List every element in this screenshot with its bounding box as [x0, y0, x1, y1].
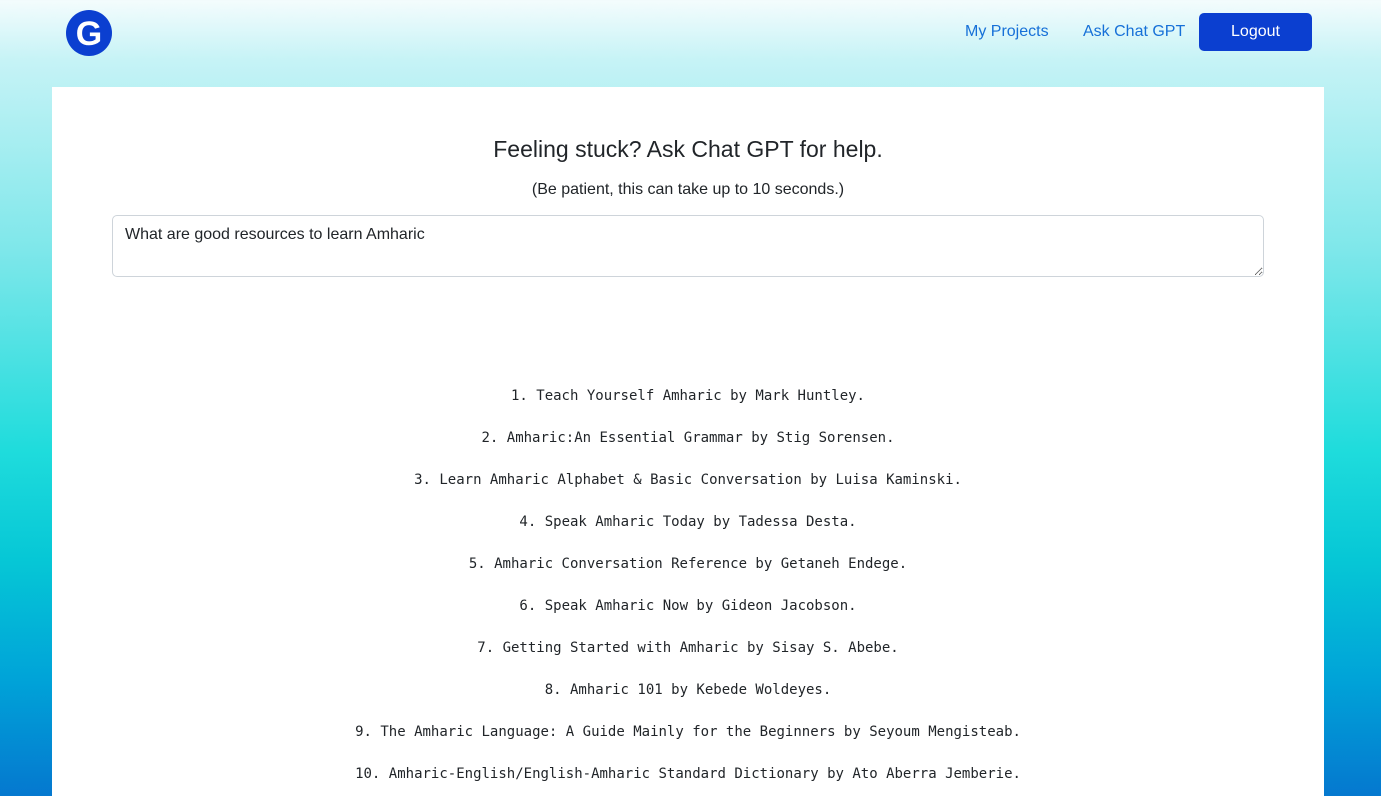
answer-item: 9. The Amharic Language: A Guide Mainly … [355, 724, 1021, 740]
answer-item: 5. Amharic Conversation Reference by Get… [468, 556, 908, 572]
answer-item: 8. Amharic 101 by Kebede Woldeyes. [544, 682, 832, 698]
main-panel: Feeling stuck? Ask Chat GPT for help. (B… [52, 87, 1324, 796]
page-title: Feeling stuck? Ask Chat GPT for help. [493, 136, 883, 162]
top-navbar: G My Projects Ask Chat GPT Logout [0, 0, 1381, 70]
logout-button[interactable]: Logout [1199, 13, 1312, 51]
answer-list: 1. Teach Yourself Amharic by Mark Huntle… [52, 388, 1324, 796]
answer-item: 1. Teach Yourself Amharic by Mark Huntle… [510, 388, 865, 404]
nav-ask-chat-gpt-link[interactable]: Ask Chat GPT [1083, 23, 1185, 41]
prompt-input[interactable]: What are good resources to learn Amharic [112, 215, 1264, 277]
answer-item: 10. Amharic-English/English-Amharic Stan… [355, 766, 1021, 782]
logo-icon[interactable]: G [66, 10, 112, 56]
answer-item: 4. Speak Amharic Today by Tadessa Desta. [519, 514, 857, 530]
answer-item: 7. Getting Started with Amharic by Sisay… [477, 640, 899, 656]
answer-item: 2. Amharic:An Essential Grammar by Stig … [481, 430, 895, 446]
answer-item: 3. Learn Amharic Alphabet & Basic Conver… [414, 472, 962, 488]
page-subtitle: (Be patient, this can take up to 10 seco… [531, 181, 845, 198]
logo-letter: G [76, 15, 102, 53]
nav-my-projects-link[interactable]: My Projects [965, 23, 1049, 41]
answer-item: 6. Speak Amharic Now by Gideon Jacobson. [519, 598, 857, 614]
